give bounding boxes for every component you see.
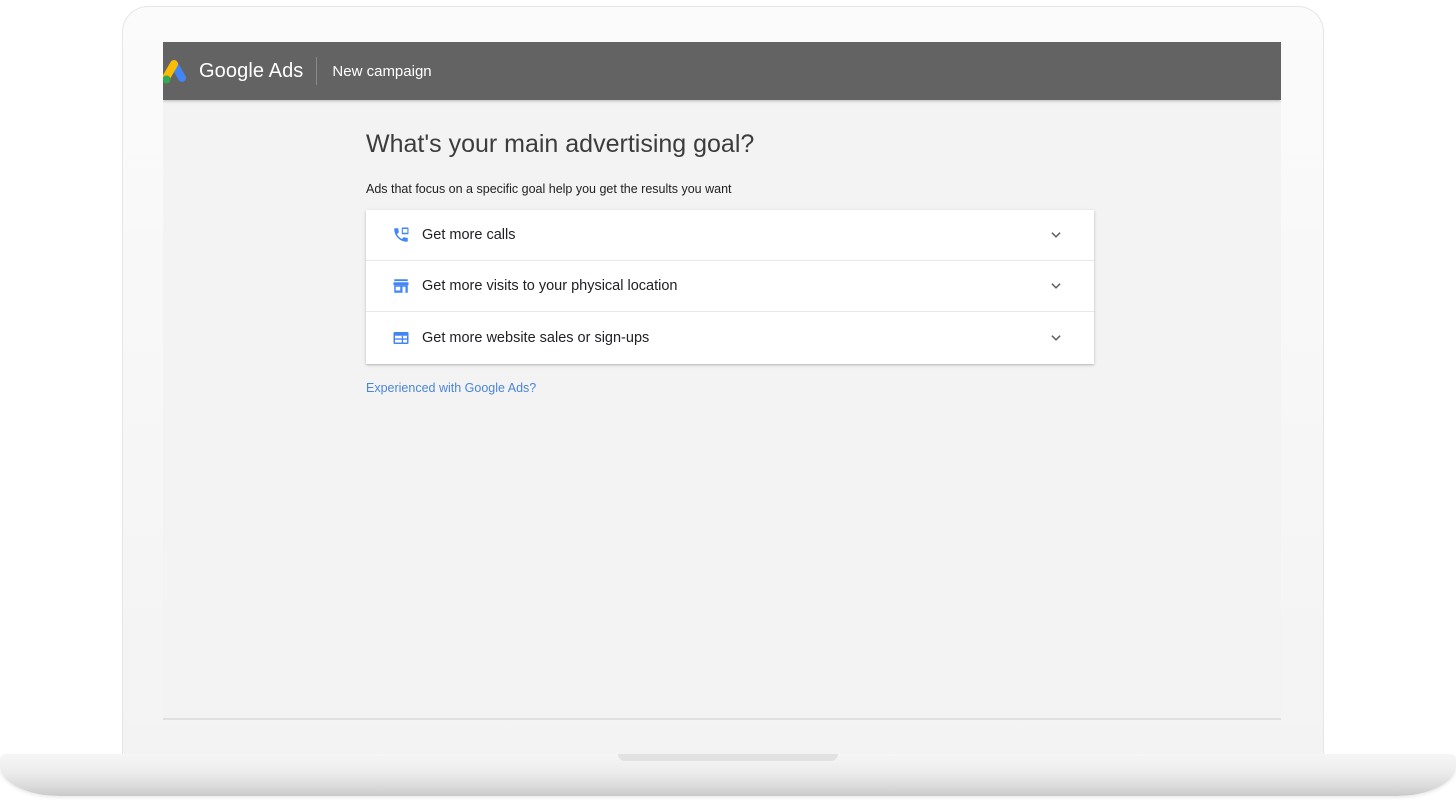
goal-label: Get more website sales or sign-ups (422, 330, 650, 346)
chevron-down-icon[interactable] (1044, 274, 1068, 298)
page-title: What's your main advertising goal? (366, 130, 755, 158)
goal-label: Get more calls (422, 227, 516, 243)
laptop-mockup: Google Ads New campaign What's your main… (0, 0, 1456, 800)
goal-list: Get more calls Get more visits to your p… (366, 210, 1094, 364)
header-divider (316, 57, 318, 85)
storefront-icon (391, 276, 411, 296)
goal-selection: What's your main advertising goal? Ads t… (366, 126, 1094, 397)
top-app-bar: Google Ads New campaign (163, 42, 1281, 100)
goal-item-calls[interactable]: Get more calls (366, 210, 1094, 261)
goal-label: Get more visits to your physical locatio… (422, 278, 678, 294)
goal-item-visits[interactable]: Get more visits to your physical locatio… (366, 261, 1094, 312)
chevron-down-icon[interactable] (1044, 223, 1068, 247)
google-ads-logo-icon[interactable] (163, 57, 187, 85)
laptop-notch (618, 754, 838, 761)
goal-item-website[interactable]: Get more website sales or sign-ups (366, 312, 1094, 364)
page-subtitle: Ads that focus on a specific goal help y… (366, 182, 732, 196)
experienced-link[interactable]: Experienced with Google Ads? (366, 381, 536, 395)
brand-name: Google Ads (199, 59, 304, 82)
chevron-down-icon[interactable] (1044, 326, 1068, 350)
web-page-icon (391, 328, 411, 348)
page-name: New campaign (332, 62, 432, 80)
phone-forward-icon (391, 225, 411, 245)
app-window: Google Ads New campaign What's your main… (163, 42, 1281, 720)
